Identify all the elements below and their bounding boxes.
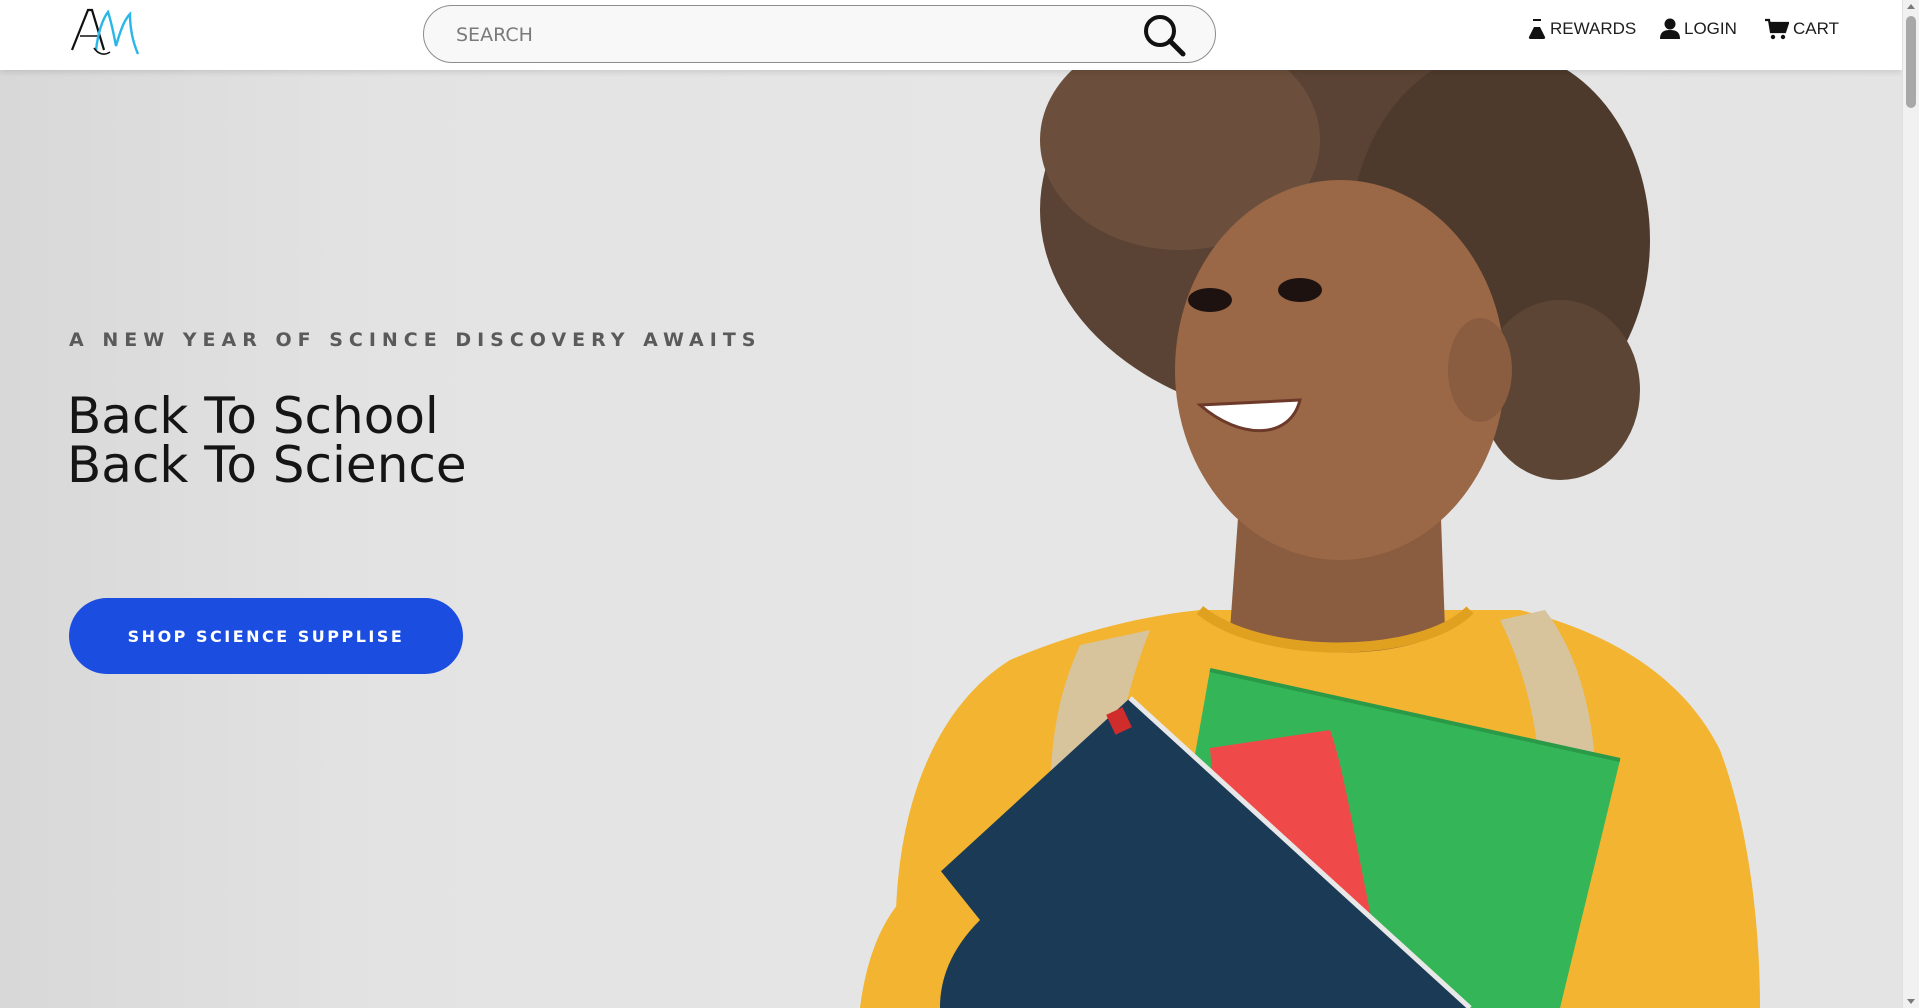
user-icon [1660, 18, 1680, 39]
login-label: LOGIN [1684, 19, 1737, 38]
site-logo[interactable] [68, 6, 140, 60]
page-scrollbar[interactable] [1902, 0, 1919, 1008]
search-icon [1144, 15, 1186, 57]
login-link[interactable]: LOGIN [1660, 18, 1737, 40]
scroll-up-arrow-icon[interactable] [1907, 4, 1915, 9]
am-logo-icon [70, 8, 140, 55]
rewards-label: REWARDS [1550, 19, 1637, 38]
rewards-link[interactable]: REWARDS [1528, 18, 1636, 40]
headline-line-2: Back To Science [67, 436, 467, 494]
cart-label: CART [1793, 19, 1839, 38]
flask-icon [1528, 19, 1546, 39]
search-bar [423, 5, 1216, 63]
headline-line-1: Back To School [67, 387, 439, 445]
search-button[interactable] [1141, 12, 1187, 58]
scroll-thumb[interactable] [1906, 16, 1916, 108]
page-viewport: REWARDS LOGIN CART [0, 0, 1902, 1008]
hero-headline: Back To School Back To Science [67, 387, 467, 494]
hero-kicker: A NEW YEAR OF SCINCE DISCOVERY AWAITS [69, 329, 762, 351]
cart-link[interactable]: CART [1765, 18, 1839, 40]
hero-banner: A NEW YEAR OF SCINCE DISCOVERY AWAITS Ba… [0, 70, 1902, 1008]
cart-icon [1765, 18, 1789, 40]
shop-science-supplies-button[interactable]: SHOP SCIENCE SUPPLISE [69, 598, 463, 674]
girl-with-notebooks-photo [860, 70, 1760, 1008]
search-input[interactable] [454, 14, 1118, 56]
site-header: REWARDS LOGIN CART [0, 0, 1902, 70]
scroll-down-arrow-icon[interactable] [1907, 999, 1915, 1004]
